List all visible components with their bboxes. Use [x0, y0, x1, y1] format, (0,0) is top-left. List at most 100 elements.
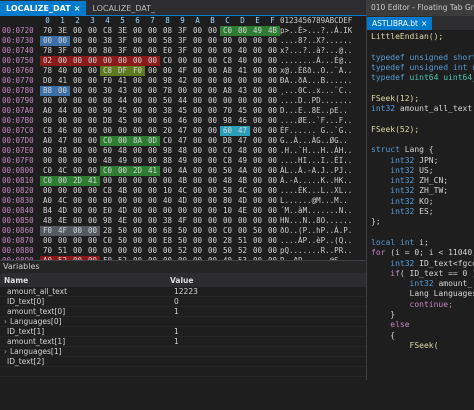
hex-byte[interactable]: 00: [85, 76, 100, 86]
hex-byte[interactable]: 00: [115, 126, 130, 136]
hex-byte[interactable]: 00: [70, 226, 85, 236]
hex-byte[interactable]: 45: [175, 106, 190, 116]
hex-byte[interactable]: 00: [85, 106, 100, 116]
hex-byte[interactable]: 00: [265, 196, 280, 206]
hex-byte[interactable]: 98: [100, 216, 115, 226]
hex-byte[interactable]: 00: [130, 206, 145, 216]
hex-byte[interactable]: 68: [160, 226, 175, 236]
hex-byte[interactable]: F0: [40, 226, 55, 236]
hex-ascii[interactable]: ´M..àM.......N..: [280, 206, 366, 216]
hex-byte[interactable]: 58: [220, 186, 235, 196]
hex-byte[interactable]: 60: [220, 126, 235, 136]
hex-byte[interactable]: 50: [115, 236, 130, 246]
hex-byte[interactable]: 00: [70, 196, 85, 206]
hex-byte[interactable]: 00: [250, 196, 265, 206]
code-area[interactable]: LittleEndian(); typedef unsigned short typ…: [367, 30, 474, 380]
hex-byte[interactable]: 00: [85, 26, 100, 36]
hex-byte[interactable]: 00: [70, 116, 85, 126]
hex-byte[interactable]: 00: [190, 166, 205, 176]
hex-byte[interactable]: 00: [205, 46, 220, 56]
hex-byte[interactable]: 00: [205, 96, 220, 106]
hex-byte[interactable]: 00: [70, 76, 85, 86]
hex-byte[interactable]: 00: [265, 66, 280, 76]
hex-byte[interactable]: 49: [175, 156, 190, 166]
hex-byte[interactable]: 00: [190, 196, 205, 206]
hex-byte[interactable]: A0: [40, 196, 55, 206]
hex-row[interactable]: 00:0750 02 00 00 00 00 00 00 00 C0 00 00 00 C8 40 00 00.…: [0, 56, 366, 66]
hex-byte[interactable]: 00: [265, 56, 280, 66]
hex-byte[interactable]: 48: [220, 176, 235, 186]
hex-byte[interactable]: 8A: [130, 136, 145, 146]
hex-byte[interactable]: 00: [235, 96, 250, 106]
hex-byte[interactable]: 3F: [175, 46, 190, 56]
hex-ascii[interactable]: pQ.......R..PR..: [280, 246, 366, 256]
hex-byte[interactable]: 00: [235, 76, 250, 86]
hex-byte[interactable]: DF: [115, 66, 130, 76]
hex-byte[interactable]: 4F: [175, 216, 190, 226]
hex-byte[interactable]: 00: [250, 156, 265, 166]
column-value-header[interactable]: Value: [170, 276, 366, 285]
tab-localize-dat-2[interactable]: LOCALIZE_DAT_: [86, 1, 161, 15]
hex-row[interactable]: 00:0810 C0 00 2D 41 00 00 00 00 00 4B 00 00 48 4B 00 00 À…: [0, 176, 366, 186]
hex-byte[interactable]: C0: [100, 136, 115, 146]
hex-row[interactable]: 00:0830 A0 4C 00 00 00 00 00 00 40 4D 00 00 80 4D 00 00 …: [0, 196, 366, 206]
hex-ascii[interactable]: x@..Èßð..O..¨A..: [280, 66, 366, 76]
hex-byte[interactable]: 00: [55, 236, 70, 246]
hex-byte[interactable]: 02: [40, 56, 55, 66]
hex-byte[interactable]: 00: [70, 136, 85, 146]
hex-byte[interactable]: 00: [190, 216, 205, 226]
hex-byte[interactable]: 00: [55, 56, 70, 66]
hex-row[interactable]: 00:0840 B4 4D 00 00 E0 4D 00 00 00 00 00 00 10 4E 00 00 ´…: [0, 206, 366, 216]
hex-byte[interactable]: 00: [145, 146, 160, 156]
hex-byte[interactable]: 00: [70, 126, 85, 136]
hex-byte[interactable]: 00: [85, 146, 100, 156]
hex-byte[interactable]: 00: [190, 246, 205, 256]
hex-byte[interactable]: 41: [145, 166, 160, 176]
hex-byte[interactable]: 40: [235, 56, 250, 66]
hex-byte[interactable]: 00: [130, 216, 145, 226]
hex-byte[interactable]: 00: [115, 176, 130, 186]
hex-byte[interactable]: 38: [160, 106, 175, 116]
hex-byte[interactable]: 00: [190, 206, 205, 216]
hex-byte[interactable]: 0D: [145, 136, 160, 146]
hex-byte[interactable]: 00: [235, 226, 250, 236]
hex-byte[interactable]: 00: [265, 156, 280, 166]
hex-byte[interactable]: 00: [205, 56, 220, 66]
hex-byte[interactable]: 00: [85, 236, 100, 246]
hex-byte[interactable]: 00: [130, 236, 145, 246]
hex-byte[interactable]: 00: [190, 136, 205, 146]
hex-byte[interactable]: 00: [85, 46, 100, 56]
hex-ascii[interactable]: .H..`H...H..ÀH..: [280, 146, 366, 156]
hex-byte[interactable]: 3F: [175, 36, 190, 46]
hex-view[interactable]: 0 1 2 3 4 5 6 7 8 9 A B C D E F 0123456789ABCDEF 00:0720…: [0, 16, 366, 260]
hex-byte[interactable]: 00: [100, 56, 115, 66]
hex-byte[interactable]: 00: [265, 36, 280, 46]
hex-byte[interactable]: 42: [175, 76, 190, 86]
hex-byte[interactable]: 00: [115, 246, 130, 256]
hex-ascii[interactable]: ÐA..ðA...B......: [280, 76, 366, 86]
hex-byte[interactable]: B8: [40, 86, 55, 96]
hex-byte[interactable]: 00: [145, 76, 160, 86]
hex-byte[interactable]: 00: [160, 176, 175, 186]
hex-byte[interactable]: 00: [130, 246, 145, 256]
hex-byte[interactable]: 00: [85, 126, 100, 136]
hex-byte[interactable]: 00: [190, 176, 205, 186]
hex-byte[interactable]: 00: [130, 226, 145, 236]
hex-row[interactable]: 00:0850 48 4E 00 00 98 4E 00 00 38 4F 00 00 00 00 00 00 H…: [0, 216, 366, 226]
hex-byte[interactable]: 00: [265, 176, 280, 186]
chevron-right-icon[interactable]: ›: [4, 317, 7, 326]
hex-ascii[interactable]: x?...?..à?...@..: [280, 46, 366, 56]
hex-byte[interactable]: E0: [100, 206, 115, 216]
hex-byte[interactable]: 50: [175, 226, 190, 236]
hex-byte[interactable]: 3F: [55, 46, 70, 56]
hex-byte[interactable]: A0: [40, 106, 55, 116]
hex-ascii[interactable]: L......@M...M..: [280, 196, 366, 206]
hex-byte[interactable]: 48: [175, 146, 190, 156]
hex-byte[interactable]: 00: [205, 66, 220, 76]
hex-byte[interactable]: 00: [130, 106, 145, 116]
hex-byte[interactable]: 00: [85, 66, 100, 76]
hex-byte[interactable]: 4D: [55, 206, 70, 216]
hex-row[interactable]: 00:0860 F0 4F 00 00 28 50 00 00 68 50 00 00 C0 00 50 00 ð…: [0, 226, 366, 236]
hex-byte[interactable]: 00: [130, 46, 145, 56]
hex-byte[interactable]: 98: [160, 76, 175, 86]
